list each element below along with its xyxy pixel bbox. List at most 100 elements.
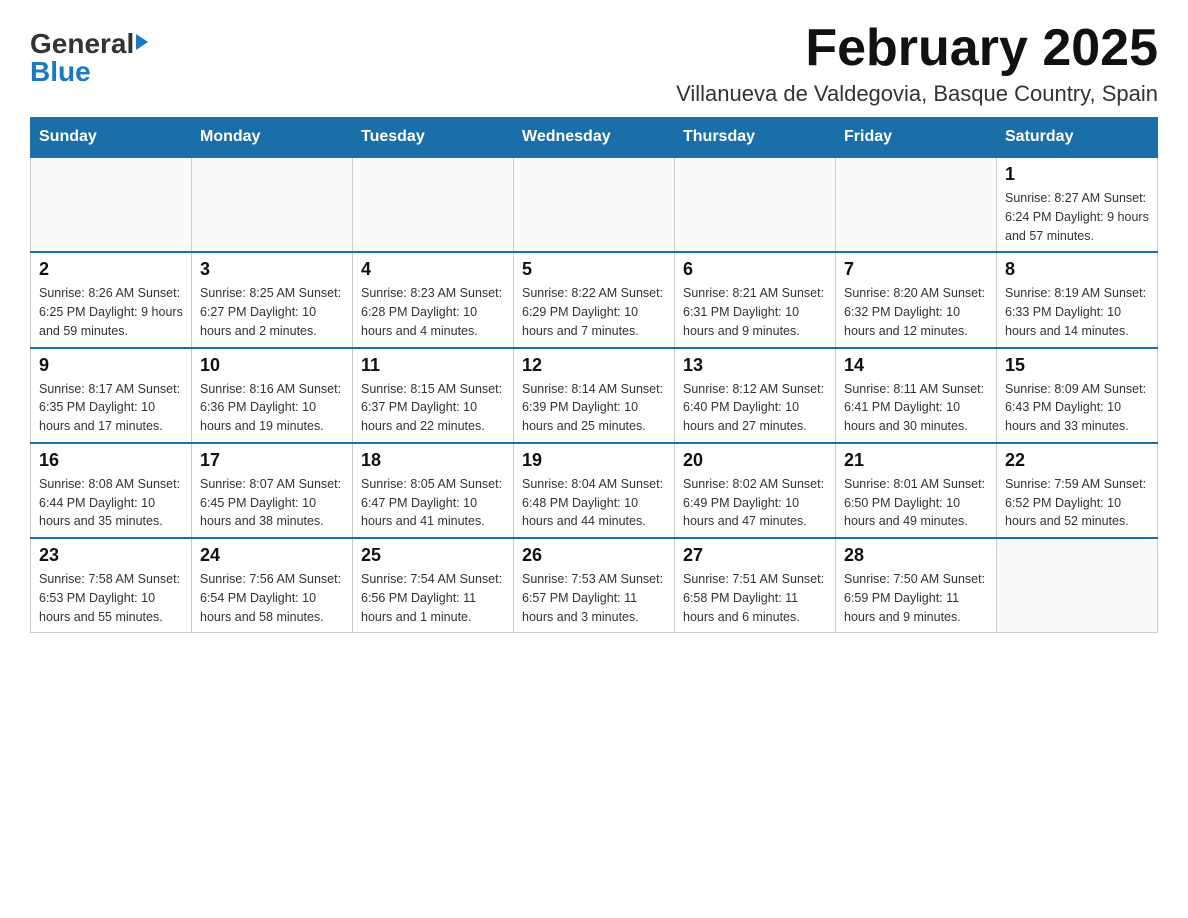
day-info: Sunrise: 7:53 AM Sunset: 6:57 PM Dayligh… bbox=[522, 570, 666, 626]
calendar-table: SundayMondayTuesdayWednesdayThursdayFrid… bbox=[30, 117, 1158, 633]
calendar-cell: 17 Sunrise: 8:07 AM Sunset: 6:45 PM Dayli… bbox=[192, 443, 353, 538]
day-info: Sunrise: 7:58 AM Sunset: 6:53 PM Dayligh… bbox=[39, 570, 183, 626]
calendar-cell: 9Sunrise: 8:17 AM Sunset: 6:35 PM Daylig… bbox=[31, 348, 192, 443]
calendar-week-5: 23 Sunrise: 7:58 AM Sunset: 6:53 PM Dayli… bbox=[31, 538, 1158, 633]
calendar-cell bbox=[997, 538, 1158, 633]
calendar-cell: 7 Sunrise: 8:20 AM Sunset: 6:32 PM Daylig… bbox=[836, 252, 997, 347]
day-info: Sunrise: 7:51 AM Sunset: 6:58 PM Dayligh… bbox=[683, 570, 827, 626]
calendar-cell: 11 Sunrise: 8:15 AM Sunset: 6:37 PM Dayli… bbox=[353, 348, 514, 443]
day-info: Sunrise: 8:23 AM Sunset: 6:28 PM Dayligh… bbox=[361, 284, 505, 340]
logo-arrow-icon bbox=[136, 34, 148, 50]
calendar-week-4: 16 Sunrise: 8:08 AM Sunset: 6:44 PM Dayli… bbox=[31, 443, 1158, 538]
calendar-week-3: 9Sunrise: 8:17 AM Sunset: 6:35 PM Daylig… bbox=[31, 348, 1158, 443]
calendar-cell bbox=[192, 157, 353, 252]
calendar-cell: 2 Sunrise: 8:26 AM Sunset: 6:25 PM Daylig… bbox=[31, 252, 192, 347]
calendar-cell bbox=[836, 157, 997, 252]
calendar-header-wednesday: Wednesday bbox=[514, 118, 675, 158]
calendar-cell: 10 Sunrise: 8:16 AM Sunset: 6:36 PM Dayli… bbox=[192, 348, 353, 443]
calendar-header-thursday: Thursday bbox=[675, 118, 836, 158]
day-number: 2 bbox=[39, 259, 183, 280]
day-number: 16 bbox=[39, 450, 183, 471]
calendar-cell: 26 Sunrise: 7:53 AM Sunset: 6:57 PM Dayli… bbox=[514, 538, 675, 633]
calendar-cell: 20 Sunrise: 8:02 AM Sunset: 6:49 PM Dayli… bbox=[675, 443, 836, 538]
calendar-cell bbox=[514, 157, 675, 252]
calendar-cell: 13 Sunrise: 8:12 AM Sunset: 6:40 PM Dayli… bbox=[675, 348, 836, 443]
calendar-cell: 3 Sunrise: 8:25 AM Sunset: 6:27 PM Daylig… bbox=[192, 252, 353, 347]
day-info: Sunrise: 8:25 AM Sunset: 6:27 PM Dayligh… bbox=[200, 284, 344, 340]
day-number: 22 bbox=[1005, 450, 1149, 471]
day-info: Sunrise: 8:21 AM Sunset: 6:31 PM Dayligh… bbox=[683, 284, 827, 340]
calendar-cell: 8Sunrise: 8:19 AM Sunset: 6:33 PM Daylig… bbox=[997, 252, 1158, 347]
day-number: 13 bbox=[683, 355, 827, 376]
day-number: 23 bbox=[39, 545, 183, 566]
calendar-header-row: SundayMondayTuesdayWednesdayThursdayFrid… bbox=[31, 118, 1158, 158]
day-number: 21 bbox=[844, 450, 988, 471]
calendar-week-1: 1 Sunrise: 8:27 AM Sunset: 6:24 PM Daylig… bbox=[31, 157, 1158, 252]
day-number: 17 bbox=[200, 450, 344, 471]
logo-general-text: General bbox=[30, 30, 134, 58]
calendar-cell bbox=[31, 157, 192, 252]
calendar-cell: 4 Sunrise: 8:23 AM Sunset: 6:28 PM Daylig… bbox=[353, 252, 514, 347]
day-number: 26 bbox=[522, 545, 666, 566]
calendar-cell bbox=[353, 157, 514, 252]
day-number: 28 bbox=[844, 545, 988, 566]
calendar-header-tuesday: Tuesday bbox=[353, 118, 514, 158]
day-info: Sunrise: 8:05 AM Sunset: 6:47 PM Dayligh… bbox=[361, 475, 505, 531]
day-info: Sunrise: 8:12 AM Sunset: 6:40 PM Dayligh… bbox=[683, 380, 827, 436]
day-info: Sunrise: 8:01 AM Sunset: 6:50 PM Dayligh… bbox=[844, 475, 988, 531]
calendar-header-saturday: Saturday bbox=[997, 118, 1158, 158]
day-info: Sunrise: 7:59 AM Sunset: 6:52 PM Dayligh… bbox=[1005, 475, 1149, 531]
day-info: Sunrise: 8:02 AM Sunset: 6:49 PM Dayligh… bbox=[683, 475, 827, 531]
day-info: Sunrise: 8:07 AM Sunset: 6:45 PM Dayligh… bbox=[200, 475, 344, 531]
day-info: Sunrise: 7:54 AM Sunset: 6:56 PM Dayligh… bbox=[361, 570, 505, 626]
calendar-cell: 25 Sunrise: 7:54 AM Sunset: 6:56 PM Dayli… bbox=[353, 538, 514, 633]
location-title: Villanueva de Valdegovia, Basque Country… bbox=[676, 81, 1158, 107]
calendar-header-sunday: Sunday bbox=[31, 118, 192, 158]
day-info: Sunrise: 8:09 AM Sunset: 6:43 PM Dayligh… bbox=[1005, 380, 1149, 436]
day-info: Sunrise: 8:17 AM Sunset: 6:35 PM Dayligh… bbox=[39, 380, 183, 436]
day-number: 1 bbox=[1005, 164, 1149, 185]
calendar-cell: 28Sunrise: 7:50 AM Sunset: 6:59 PM Dayli… bbox=[836, 538, 997, 633]
calendar-cell bbox=[675, 157, 836, 252]
day-info: Sunrise: 8:19 AM Sunset: 6:33 PM Dayligh… bbox=[1005, 284, 1149, 340]
day-number: 27 bbox=[683, 545, 827, 566]
day-info: Sunrise: 8:11 AM Sunset: 6:41 PM Dayligh… bbox=[844, 380, 988, 436]
day-info: Sunrise: 8:22 AM Sunset: 6:29 PM Dayligh… bbox=[522, 284, 666, 340]
logo: General Blue bbox=[30, 20, 148, 86]
month-title: February 2025 bbox=[676, 20, 1158, 77]
calendar-cell: 19Sunrise: 8:04 AM Sunset: 6:48 PM Dayli… bbox=[514, 443, 675, 538]
day-info: Sunrise: 8:16 AM Sunset: 6:36 PM Dayligh… bbox=[200, 380, 344, 436]
calendar-cell: 22 Sunrise: 7:59 AM Sunset: 6:52 PM Dayli… bbox=[997, 443, 1158, 538]
day-info: Sunrise: 8:27 AM Sunset: 6:24 PM Dayligh… bbox=[1005, 189, 1149, 245]
calendar-cell: 14 Sunrise: 8:11 AM Sunset: 6:41 PM Dayli… bbox=[836, 348, 997, 443]
day-number: 19 bbox=[522, 450, 666, 471]
day-number: 11 bbox=[361, 355, 505, 376]
calendar-cell: 5 Sunrise: 8:22 AM Sunset: 6:29 PM Daylig… bbox=[514, 252, 675, 347]
day-number: 18 bbox=[361, 450, 505, 471]
day-number: 5 bbox=[522, 259, 666, 280]
day-number: 10 bbox=[200, 355, 344, 376]
day-number: 3 bbox=[200, 259, 344, 280]
day-number: 14 bbox=[844, 355, 988, 376]
calendar-cell: 18 Sunrise: 8:05 AM Sunset: 6:47 PM Dayli… bbox=[353, 443, 514, 538]
day-number: 12 bbox=[522, 355, 666, 376]
calendar-cell: 6 Sunrise: 8:21 AM Sunset: 6:31 PM Daylig… bbox=[675, 252, 836, 347]
day-number: 6 bbox=[683, 259, 827, 280]
day-info: Sunrise: 8:20 AM Sunset: 6:32 PM Dayligh… bbox=[844, 284, 988, 340]
calendar-cell: 15 Sunrise: 8:09 AM Sunset: 6:43 PM Dayli… bbox=[997, 348, 1158, 443]
day-info: Sunrise: 7:56 AM Sunset: 6:54 PM Dayligh… bbox=[200, 570, 344, 626]
day-info: Sunrise: 8:14 AM Sunset: 6:39 PM Dayligh… bbox=[522, 380, 666, 436]
calendar-week-2: 2 Sunrise: 8:26 AM Sunset: 6:25 PM Daylig… bbox=[31, 252, 1158, 347]
day-info: Sunrise: 8:26 AM Sunset: 6:25 PM Dayligh… bbox=[39, 284, 183, 340]
calendar-cell: 1 Sunrise: 8:27 AM Sunset: 6:24 PM Daylig… bbox=[997, 157, 1158, 252]
day-number: 4 bbox=[361, 259, 505, 280]
page-header: General Blue February 2025 Villanueva de… bbox=[30, 20, 1158, 107]
day-info: Sunrise: 8:08 AM Sunset: 6:44 PM Dayligh… bbox=[39, 475, 183, 531]
day-info: Sunrise: 8:15 AM Sunset: 6:37 PM Dayligh… bbox=[361, 380, 505, 436]
day-number: 15 bbox=[1005, 355, 1149, 376]
logo-blue-text: Blue bbox=[30, 58, 91, 86]
day-number: 20 bbox=[683, 450, 827, 471]
day-number: 25 bbox=[361, 545, 505, 566]
day-number: 7 bbox=[844, 259, 988, 280]
calendar-cell: 21 Sunrise: 8:01 AM Sunset: 6:50 PM Dayli… bbox=[836, 443, 997, 538]
